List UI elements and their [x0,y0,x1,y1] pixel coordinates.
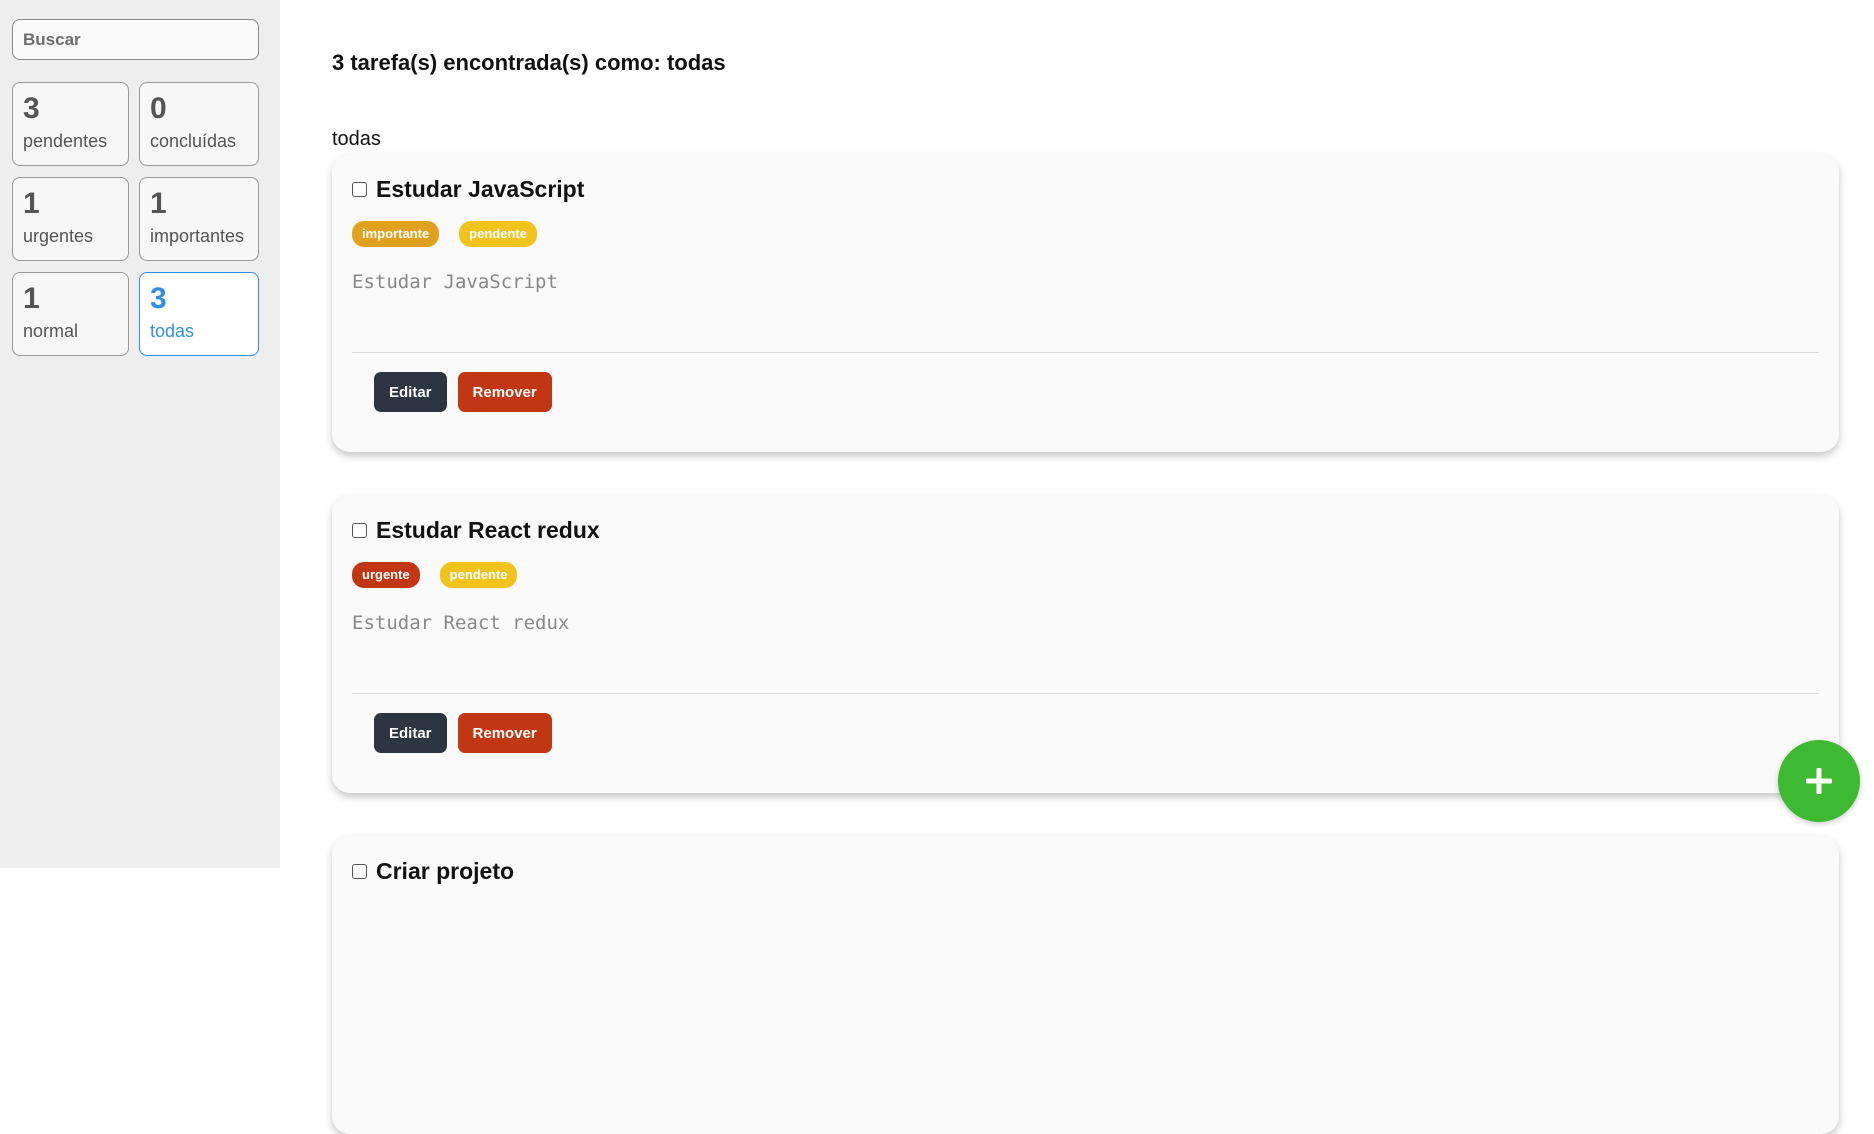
task-card: Estudar JavaScript importante pendente E… [332,154,1839,452]
sidebar: 3 pendentes 0 concluídas 1 urgentes 1 im… [0,0,280,868]
tag-importante: importante [352,221,440,247]
filter-importantes[interactable]: 1 importantes [139,177,259,261]
task-header: Criar projeto [352,858,514,885]
task-checkbox[interactable] [352,182,367,197]
filter-label: pendentes [23,130,108,151]
task-card: Criar projeto [332,836,1839,1134]
filter-count: 1 [150,187,167,220]
task-header: Estudar React redux [352,517,600,544]
task-list-panel: 3 tarefa(s) encontrada(s) como: todas to… [280,0,1874,1134]
plus-icon [1806,768,1832,794]
search-input[interactable] [12,19,259,60]
filter-label: urgentes [23,225,94,246]
task-actions: Editar Remover [374,713,552,753]
task-tags: importante pendente [352,221,537,247]
task-description: Estudar React redux [352,612,570,634]
task-header: Estudar JavaScript [352,176,584,203]
filter-concluidas[interactable]: 0 concluídas [139,82,259,166]
task-checkbox[interactable] [352,523,367,538]
divider [352,693,1819,694]
filter-label: todas [150,320,195,341]
remove-button[interactable]: Remover [457,372,552,412]
edit-button[interactable]: Editar [374,713,447,753]
edit-button[interactable]: Editar [374,372,447,412]
filter-normal[interactable]: 1 normal [12,272,129,356]
results-summary: 3 tarefa(s) encontrada(s) como: todas [332,50,726,75]
task-title: Criar projeto [376,858,515,884]
tag-pendente: pendente [439,562,518,588]
task-tags: urgente pendente [352,562,518,588]
task-title: Estudar React redux [376,517,600,543]
filter-label: concluídas [150,130,237,151]
filter-count: 0 [150,92,167,125]
task-actions: Editar Remover [374,372,552,412]
task-description: Estudar JavaScript [352,271,558,293]
task-checkbox[interactable] [352,864,367,879]
task-title: Estudar JavaScript [376,176,585,202]
tag-pendente: pendente [459,221,537,247]
divider [352,352,1819,353]
current-filter-label: todas [332,128,381,150]
filter-todas[interactable]: 3 todas [139,272,259,356]
filter-label: normal [23,320,79,341]
filter-count: 1 [23,187,40,220]
filter-grid: 3 pendentes 0 concluídas 1 urgentes 1 im… [12,82,259,356]
filter-urgentes[interactable]: 1 urgentes [12,177,129,261]
filter-pendentes[interactable]: 3 pendentes [12,82,129,166]
remove-button[interactable]: Remover [457,713,552,753]
filter-label: importantes [150,225,245,246]
tag-urgente: urgente [352,562,420,588]
task-card: Estudar React redux urgente pendente Est… [332,495,1839,793]
filter-count: 3 [150,282,167,315]
add-task-button[interactable] [1778,740,1860,822]
filter-count: 1 [23,282,40,315]
filter-count: 3 [23,92,40,125]
